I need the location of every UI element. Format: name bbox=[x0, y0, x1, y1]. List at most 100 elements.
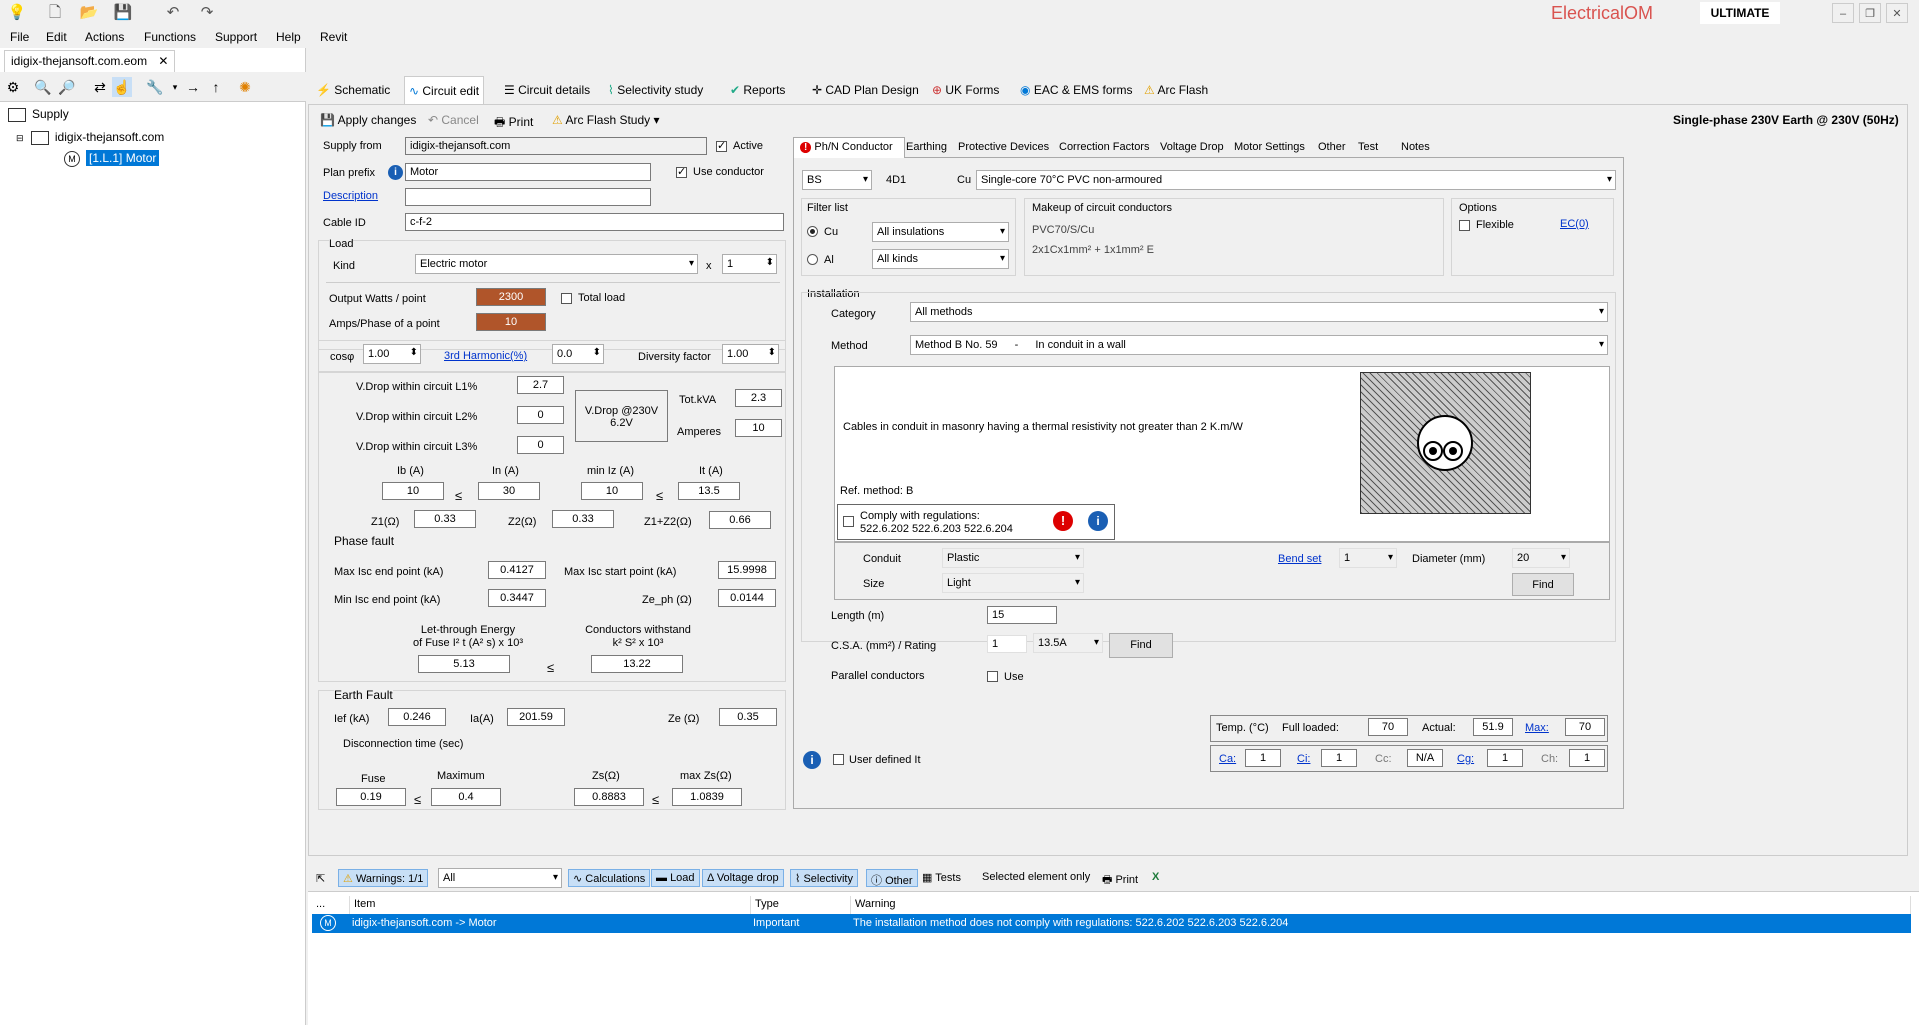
ec-link[interactable]: EC(0) bbox=[1560, 218, 1589, 230]
col-header-warning[interactable]: Warning bbox=[851, 896, 1911, 914]
al-radio[interactable] bbox=[807, 254, 818, 265]
multiplier-stepper[interactable]: 1 bbox=[722, 254, 777, 274]
parallel-checkbox[interactable] bbox=[987, 671, 998, 682]
undo-icon[interactable]: ↶ bbox=[162, 3, 184, 23]
select-icon[interactable]: ☝ bbox=[112, 77, 132, 97]
tree-node-board[interactable]: ⊟ idigix-thejansoft.com bbox=[16, 130, 164, 145]
info-icon[interactable]: i bbox=[803, 751, 821, 769]
minimize-icon[interactable]: – bbox=[1832, 3, 1854, 23]
settings-icon[interactable]: ✺ bbox=[235, 77, 255, 97]
save-icon[interactable]: 💾 bbox=[112, 3, 134, 23]
voltage-drop-button[interactable]: Δ Voltage drop bbox=[702, 869, 784, 887]
zoom-out-icon[interactable]: 🔎 bbox=[57, 77, 77, 97]
menu-file[interactable]: File bbox=[10, 30, 29, 44]
cos-stepper[interactable]: 1.00 bbox=[363, 344, 421, 364]
zoom-in-icon[interactable]: 🔍 bbox=[33, 77, 53, 97]
tree-view-icon[interactable]: ⚙ bbox=[3, 77, 23, 97]
menu-functions[interactable]: Functions bbox=[144, 30, 196, 44]
open-folder-icon[interactable]: 📂 bbox=[78, 3, 100, 23]
tab-voltage-drop[interactable]: Voltage Drop bbox=[1160, 141, 1224, 153]
menu-help[interactable]: Help bbox=[276, 30, 301, 44]
tab-uk-forms[interactable]: ⊕ UK Forms bbox=[928, 76, 1003, 104]
excel-export-icon[interactable]: X bbox=[1148, 869, 1163, 887]
apply-changes-button[interactable]: 💾 Apply changes bbox=[320, 113, 416, 127]
arc-flash-study-button[interactable]: ⚠ Arc Flash Study ▾ bbox=[552, 113, 660, 127]
menu-actions[interactable]: Actions bbox=[85, 30, 124, 44]
rating-select[interactable]: 13.5A bbox=[1033, 633, 1103, 653]
kinds-select[interactable]: All kinds bbox=[872, 249, 1009, 269]
chevron-down-icon[interactable]: ▾ bbox=[165, 77, 185, 97]
col-header-item[interactable]: Item bbox=[350, 896, 751, 914]
undock-icon[interactable]: ⇱ bbox=[312, 870, 329, 888]
move-icon[interactable]: ⇄ bbox=[90, 77, 110, 97]
comply-checkbox[interactable] bbox=[843, 516, 854, 527]
diversity-stepper[interactable]: 1.00 bbox=[722, 344, 779, 364]
close-tab-icon[interactable]: ✕ bbox=[158, 54, 168, 68]
find-csa-button[interactable]: Find bbox=[1109, 633, 1173, 658]
tab-cad-plan[interactable]: ✛ CAD Plan Design bbox=[808, 76, 923, 104]
col-header-type[interactable]: Type bbox=[751, 896, 851, 914]
info-icon[interactable]: i bbox=[388, 165, 403, 180]
tab-schematic[interactable]: ⚡ Schematic bbox=[312, 76, 394, 104]
other-button[interactable]: ⓘ Other bbox=[866, 869, 918, 887]
total-load-checkbox[interactable] bbox=[561, 293, 572, 304]
harmonic-link[interactable]: 3rd Harmonic(%) bbox=[444, 350, 527, 362]
flexible-checkbox[interactable] bbox=[1459, 220, 1470, 231]
tests-button[interactable]: ▦ Tests bbox=[918, 869, 965, 887]
tools-icon[interactable]: 🔧 bbox=[145, 77, 165, 97]
tab-arc-flash[interactable]: ⚠ Arc Flash bbox=[1140, 76, 1212, 104]
tab-circuit-edit[interactable]: ∿ Circuit edit bbox=[404, 76, 485, 104]
menu-support[interactable]: Support bbox=[215, 30, 257, 44]
diameter-select[interactable]: 20 bbox=[1512, 548, 1570, 568]
load-button[interactable]: ▬ Load bbox=[651, 869, 700, 887]
collapse-icon[interactable]: ⊟ bbox=[16, 133, 24, 143]
document-tab[interactable]: idigix-thejansoft.com.eom ✕ bbox=[4, 50, 176, 72]
cable-id-input[interactable]: c-f-2 bbox=[405, 213, 784, 231]
warnings-filter-button[interactable]: ⚠ Warnings: 1/1 bbox=[338, 869, 429, 887]
col-header-more[interactable]: ... bbox=[312, 896, 350, 914]
user-defined-checkbox[interactable] bbox=[833, 754, 844, 765]
csa-value[interactable]: 1 bbox=[987, 635, 1027, 653]
print-button[interactable]: 🖶 Print bbox=[494, 113, 533, 134]
close-icon[interactable]: ✕ bbox=[1886, 3, 1908, 23]
tab-earthing[interactable]: Earthing bbox=[906, 141, 947, 153]
tab-notes[interactable]: Notes bbox=[1401, 141, 1430, 153]
selectivity-button[interactable]: ⌇ Selectivity bbox=[790, 869, 858, 887]
cu-radio[interactable] bbox=[807, 226, 818, 237]
tree-node-motor[interactable]: M [1.L.1] Motor bbox=[64, 150, 160, 167]
bend-select[interactable]: 1 bbox=[1339, 548, 1397, 568]
cg-link[interactable]: Cg: bbox=[1457, 753, 1474, 765]
length-input[interactable]: 15 bbox=[987, 606, 1057, 624]
redo-icon[interactable]: ↷ bbox=[196, 3, 218, 23]
tab-circuit-details[interactable]: ☰ Circuit details bbox=[500, 76, 594, 104]
restore-icon[interactable]: ❐ bbox=[1859, 3, 1881, 23]
category-select[interactable]: All methods bbox=[910, 302, 1608, 322]
amps-value[interactable]: 10 bbox=[476, 313, 546, 331]
method-select[interactable]: Method B No. 59 - In conduit in a wall bbox=[910, 335, 1608, 355]
find-conduit-button[interactable]: Find bbox=[1512, 573, 1574, 596]
warnings-filter-select[interactable]: All bbox=[438, 868, 562, 888]
print-warnings-button[interactable]: 🖶 Print bbox=[1098, 869, 1142, 887]
cancel-button[interactable]: ↶ Cancel bbox=[428, 113, 479, 127]
insulations-select[interactable]: All insulations bbox=[872, 222, 1009, 242]
cable-type-select[interactable]: Single-core 70°C PVC non-armoured bbox=[976, 170, 1616, 190]
calculations-button[interactable]: ∿ Calculations bbox=[568, 869, 651, 887]
tab-selectivity[interactable]: ⌇ Selectivity study bbox=[604, 76, 707, 104]
arrow-up-icon[interactable]: ↑ bbox=[206, 77, 226, 97]
tab-reports[interactable]: ✔ Reports bbox=[726, 76, 789, 104]
tab-protective-devices[interactable]: Protective Devices bbox=[958, 141, 1049, 153]
tab-phn-conductor[interactable]: ! Ph/N Conductor bbox=[800, 141, 893, 153]
tab-test[interactable]: Test bbox=[1358, 141, 1378, 153]
selected-only-toggle[interactable]: Selected element only bbox=[978, 869, 1094, 887]
tab-eac-forms[interactable]: ◉ EAC & EMS forms bbox=[1016, 76, 1137, 104]
info-icon[interactable]: i bbox=[1088, 511, 1108, 531]
conduit-select[interactable]: Plastic bbox=[942, 548, 1084, 568]
harmonic-stepper[interactable]: 0.0 bbox=[552, 344, 604, 364]
size-select[interactable]: Light bbox=[942, 573, 1084, 593]
kind-select[interactable]: Electric motor bbox=[415, 254, 698, 274]
max-link[interactable]: Max: bbox=[1525, 722, 1549, 734]
tree-root[interactable]: Supply bbox=[8, 107, 69, 122]
tab-motor-settings[interactable]: Motor Settings bbox=[1234, 141, 1305, 153]
bend-set-link[interactable]: Bend set bbox=[1278, 553, 1321, 565]
standard-select[interactable]: BS bbox=[802, 170, 872, 190]
